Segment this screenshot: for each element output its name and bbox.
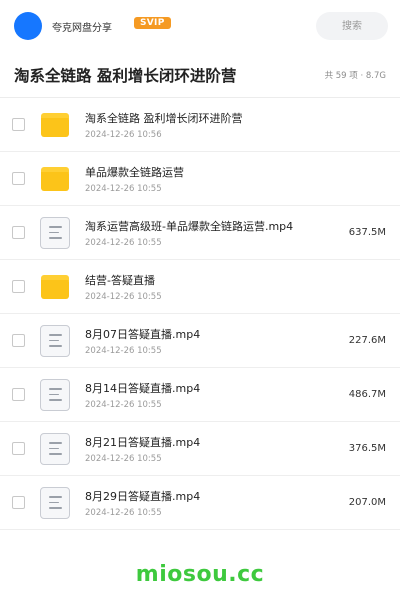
file-info: 淘系全链路 盈利增长闭环进阶营 2024-12-26 10:56 (85, 110, 386, 140)
file-size: 376.5M (348, 443, 386, 454)
item-summary: 共 59 项 · 8.7G (324, 70, 386, 81)
file-row[interactable]: 8月29日答疑直播.mp4 2024-12-26 10:55 207.0M (0, 476, 400, 530)
folder-icon (39, 109, 71, 141)
file-list: 淘系全链路 盈利增长闭环进阶营 2024-12-26 10:56 单品爆款全链路运营… (0, 98, 400, 530)
file-date: 2024-12-26 10:56 (85, 129, 162, 140)
file-name: 淘系运营高级班-单品爆款全链路运营.mp4 (85, 219, 294, 233)
file-info: 8月07日答疑直播.mp4 2024-12-26 10:55 (85, 326, 341, 356)
file-date: 2024-12-26 10:55 (85, 399, 162, 410)
file-name: 淘系全链路 盈利增长闭环进阶营 (85, 111, 243, 125)
row-checkbox[interactable] (12, 334, 25, 347)
file-info: 单品爆款全链路运营 2024-12-26 10:55 (85, 164, 386, 194)
row-checkbox[interactable] (12, 172, 25, 185)
svip-badge: SVIP (134, 17, 171, 29)
document-icon (39, 432, 71, 465)
file-date: 2024-12-26 10:55 (85, 237, 162, 248)
avatar[interactable] (14, 12, 42, 40)
file-name: 8月14日答疑直播.mp4 (85, 381, 201, 395)
row-checkbox[interactable] (12, 442, 25, 455)
row-checkbox[interactable] (12, 118, 25, 131)
row-checkbox[interactable] (12, 496, 25, 509)
document-icon (39, 486, 71, 519)
file-name: 8月21日答疑直播.mp4 (85, 435, 201, 449)
file-date: 2024-12-26 10:55 (85, 507, 162, 518)
file-size: 207.0M (348, 497, 386, 508)
file-info: 结营-答疑直播 2024-12-26 10:55 (85, 272, 386, 302)
file-date: 2024-12-26 10:55 (85, 291, 162, 302)
file-size: 637.5M (348, 227, 386, 238)
file-row[interactable]: 8月14日答疑直播.mp4 2024-12-26 10:55 486.7M (0, 368, 400, 422)
file-info: 8月29日答疑直播.mp4 2024-12-26 10:55 (85, 488, 341, 518)
file-date: 2024-12-26 10:55 (85, 453, 162, 464)
search-input[interactable] (316, 12, 388, 40)
file-row[interactable]: 淘系运营高级班-单品爆款全链路运营.mp4 2024-12-26 10:55 637… (0, 206, 400, 260)
row-checkbox[interactable] (12, 388, 25, 401)
file-name: 8月29日答疑直播.mp4 (85, 489, 201, 503)
folder-icon (39, 271, 71, 303)
file-size: 227.6M (348, 335, 386, 346)
file-date: 2024-12-26 10:55 (85, 183, 162, 194)
watermark: miosou.cc (135, 562, 265, 587)
top-bar: 夸克网盘分享 SVIP (0, 0, 400, 52)
file-name: 结营-答疑直播 (85, 273, 155, 287)
file-row[interactable]: 8月07日答疑直播.mp4 2024-12-26 10:55 227.6M (0, 314, 400, 368)
file-name: 8月07日答疑直播.mp4 (85, 327, 201, 341)
folder-icon (39, 163, 71, 195)
row-checkbox[interactable] (12, 226, 25, 239)
file-date: 2024-12-26 10:55 (85, 345, 162, 356)
file-info: 8月14日答疑直播.mp4 2024-12-26 10:55 (85, 380, 341, 410)
row-checkbox[interactable] (12, 280, 25, 293)
file-row[interactable]: 单品爆款全链路运营 2024-12-26 10:55 (0, 152, 400, 206)
document-icon (39, 324, 71, 357)
document-icon (39, 378, 71, 411)
user-name: 夸克网盘分享 (52, 22, 112, 34)
file-info: 淘系运营高级班-单品爆款全链路运营.mp4 2024-12-26 10:55 (85, 218, 341, 248)
page-title: 淘系全链路 盈利增长闭环进阶营 (14, 66, 237, 85)
file-row[interactable]: 淘系全链路 盈利增长闭环进阶营 2024-12-26 10:56 (0, 98, 400, 152)
file-row[interactable]: 结营-答疑直播 2024-12-26 10:55 (0, 260, 400, 314)
file-size: 486.7M (348, 389, 386, 400)
folder-header: 淘系全链路 盈利增长闭环进阶营 共 59 项 · 8.7G (0, 52, 400, 98)
file-row[interactable]: 8月21日答疑直播.mp4 2024-12-26 10:55 376.5M (0, 422, 400, 476)
file-info: 8月21日答疑直播.mp4 2024-12-26 10:55 (85, 434, 341, 464)
file-name: 单品爆款全链路运营 (85, 165, 184, 179)
document-icon (39, 216, 71, 249)
